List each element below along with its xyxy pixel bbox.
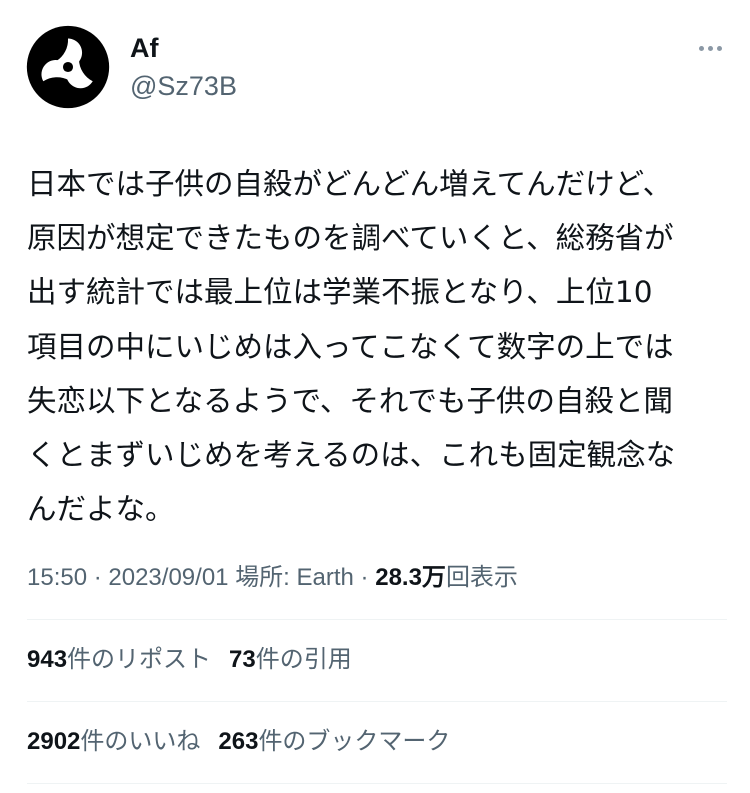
- more-options-icon: [716, 45, 722, 51]
- author-block: Af @Sz73B: [130, 32, 237, 102]
- tweet-meta: 15:50 · 2023/09/01 場所: Earth · 28.3万回表示: [27, 561, 518, 595]
- tweet-line: 失恋以下となるようで、それでも子供の自殺と聞: [27, 383, 674, 418]
- tweet-line: くとまずいじめを考えるのは、これも固定観念な: [27, 438, 676, 473]
- reposts-stat[interactable]: 943件のリポスト: [27, 643, 211, 677]
- tweet-line: 原因が想定できたものを調べていくと、総務省が: [27, 221, 674, 256]
- tweet-location[interactable]: 場所: Earth: [235, 564, 354, 591]
- stats-row-likes: 2902件のいいね 263件のブックマーク: [27, 725, 450, 759]
- stats-row-reposts: 943件のリポスト 73件の引用: [27, 643, 352, 677]
- bookmarks-stat[interactable]: 263件のブックマーク: [218, 725, 450, 759]
- meta-separator: ·: [353, 564, 376, 591]
- avatar[interactable]: [26, 25, 110, 109]
- bookmarks-label: 件のブックマーク: [258, 728, 451, 755]
- author-display-name[interactable]: Af: [130, 32, 237, 64]
- more-options-button[interactable]: [690, 34, 730, 62]
- likes-label: 件のいいね: [80, 728, 201, 755]
- meta-separator: ·: [87, 564, 109, 591]
- reposts-label: 件のリポスト: [67, 646, 212, 673]
- likes-stat[interactable]: 2902件のいいね: [27, 725, 200, 759]
- tweet-time[interactable]: 15:50: [27, 564, 87, 591]
- reposts-count: 943: [27, 646, 68, 673]
- author-handle[interactable]: @Sz73B: [130, 70, 237, 102]
- tweet-line: んだよな。: [27, 492, 175, 527]
- tweet-line: 出す統計では最上位は学業不振となり、上位10: [27, 275, 653, 310]
- more-options-icon: [698, 45, 704, 51]
- tweet-text: 日本では子供の自殺がどんどん増えてんだけど、 原因が想定できたものを調べていくと、…: [27, 157, 727, 536]
- quotes-count: 73: [229, 646, 256, 673]
- quotes-label: 件の引用: [255, 646, 352, 673]
- tweet-line: 項目の中にいじめは入ってこなくて数字の上では: [27, 329, 674, 364]
- tomoe-icon: [26, 25, 110, 109]
- divider: [27, 619, 727, 620]
- tweet-line: 日本では子供の自殺がどんどん増えてんだけど、: [27, 167, 673, 201]
- tweet-date[interactable]: 2023/09/01: [108, 564, 228, 591]
- quotes-stat[interactable]: 73件の引用: [229, 643, 352, 677]
- likes-count: 2902: [27, 728, 81, 755]
- divider: [27, 783, 727, 784]
- views-count: 28.3万: [375, 564, 446, 591]
- divider: [27, 701, 727, 702]
- views-label: 回表示: [445, 564, 518, 591]
- more-options-icon: [707, 45, 713, 51]
- bookmarks-count: 263: [218, 728, 259, 755]
